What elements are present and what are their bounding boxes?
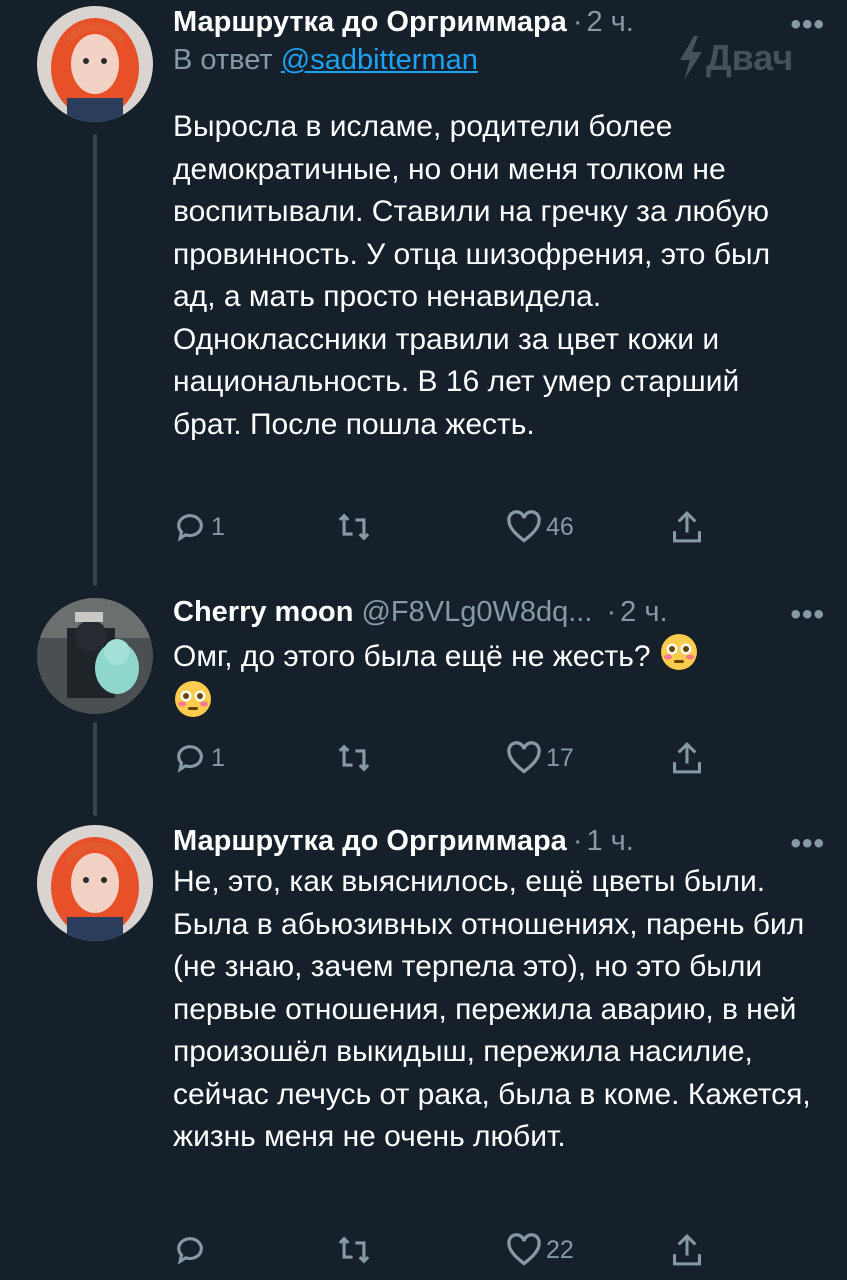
- reply-label: В ответ: [173, 44, 273, 76]
- more-options-button[interactable]: •••: [790, 598, 825, 632]
- separator-dot: ·: [572, 6, 583, 38]
- flushed-face-icon: [175, 680, 211, 717]
- share-icon: [673, 1233, 701, 1266]
- timestamp[interactable]: 1 ч.: [586, 823, 633, 859]
- author-handle[interactable]: @F8VLg0W8dq...: [361, 594, 592, 630]
- avatar[interactable]: [37, 825, 153, 941]
- author-name[interactable]: Маршрутка до Оргриммара: [173, 4, 567, 40]
- tweet-text: Не, это, как выяснилось, ещё цветы были.…: [173, 865, 811, 1153]
- reply-icon: [177, 745, 203, 773]
- heart-icon: [507, 741, 541, 774]
- reply-icon: [177, 1237, 203, 1265]
- reply-context: В ответ @sadbitterman: [173, 42, 827, 78]
- tweet-3[interactable]: Маршрутка до Оргриммара · 1 ч. Не, это, …: [0, 815, 847, 1280]
- retweet-button[interactable]: [335, 741, 373, 775]
- retweet-button[interactable]: [335, 510, 373, 544]
- tweet-text: Омг, до этого была ещё не жесть?: [173, 632, 793, 725]
- tweet-1[interactable]: Маршрутка до Оргриммара · 2 ч. В ответ @…: [0, 0, 847, 590]
- share-icon: [673, 741, 701, 774]
- tweet-text-content: Омг, до этого была ещё не жесть?: [173, 640, 651, 673]
- reply-button[interactable]: [173, 1233, 211, 1267]
- separator-dot: ·: [572, 825, 583, 857]
- author-name[interactable]: Маршрутка до Оргриммара: [173, 823, 567, 859]
- reply-icon: [177, 514, 203, 542]
- share-button[interactable]: [670, 509, 704, 545]
- share-button[interactable]: [670, 740, 704, 776]
- more-options-button[interactable]: •••: [790, 827, 825, 861]
- timestamp[interactable]: 2 ч.: [586, 4, 633, 40]
- avatar[interactable]: [37, 598, 153, 714]
- retweet-icon: [338, 513, 370, 541]
- tweet-2[interactable]: Cherry moon @F8VLg0W8dq... · 2 ч. Омг, д…: [0, 590, 847, 816]
- separator-dot: ·: [598, 596, 617, 628]
- reply-count: 1: [211, 743, 225, 772]
- thread-line: [93, 722, 97, 816]
- author-name[interactable]: Cherry moon: [173, 594, 353, 630]
- reply-button[interactable]: 1: [173, 741, 225, 775]
- like-button[interactable]: 46: [506, 510, 574, 544]
- heart-icon: [507, 510, 541, 543]
- like-button[interactable]: 17: [506, 741, 574, 775]
- flushed-face-icon: [660, 634, 697, 670]
- tweet-text: Выросла в исламе, родители более демокра…: [173, 110, 771, 441]
- more-options-button[interactable]: •••: [790, 8, 825, 42]
- like-count: 22: [546, 1235, 574, 1264]
- timestamp[interactable]: 2 ч.: [620, 594, 667, 630]
- share-icon: [673, 510, 701, 543]
- like-button[interactable]: 22: [506, 1233, 574, 1267]
- share-button[interactable]: [670, 1232, 704, 1268]
- retweet-button[interactable]: [335, 1233, 373, 1267]
- avatar[interactable]: [37, 6, 153, 122]
- heart-icon: [507, 1233, 541, 1266]
- reply-count: 1: [211, 512, 225, 541]
- thread-line: [93, 134, 97, 586]
- reply-button[interactable]: 1: [173, 510, 225, 544]
- retweet-icon: [338, 1236, 370, 1264]
- like-count: 17: [546, 743, 574, 772]
- retweet-icon: [338, 744, 370, 772]
- reply-to-link[interactable]: @sadbitterman: [281, 44, 478, 76]
- like-count: 46: [546, 512, 574, 541]
